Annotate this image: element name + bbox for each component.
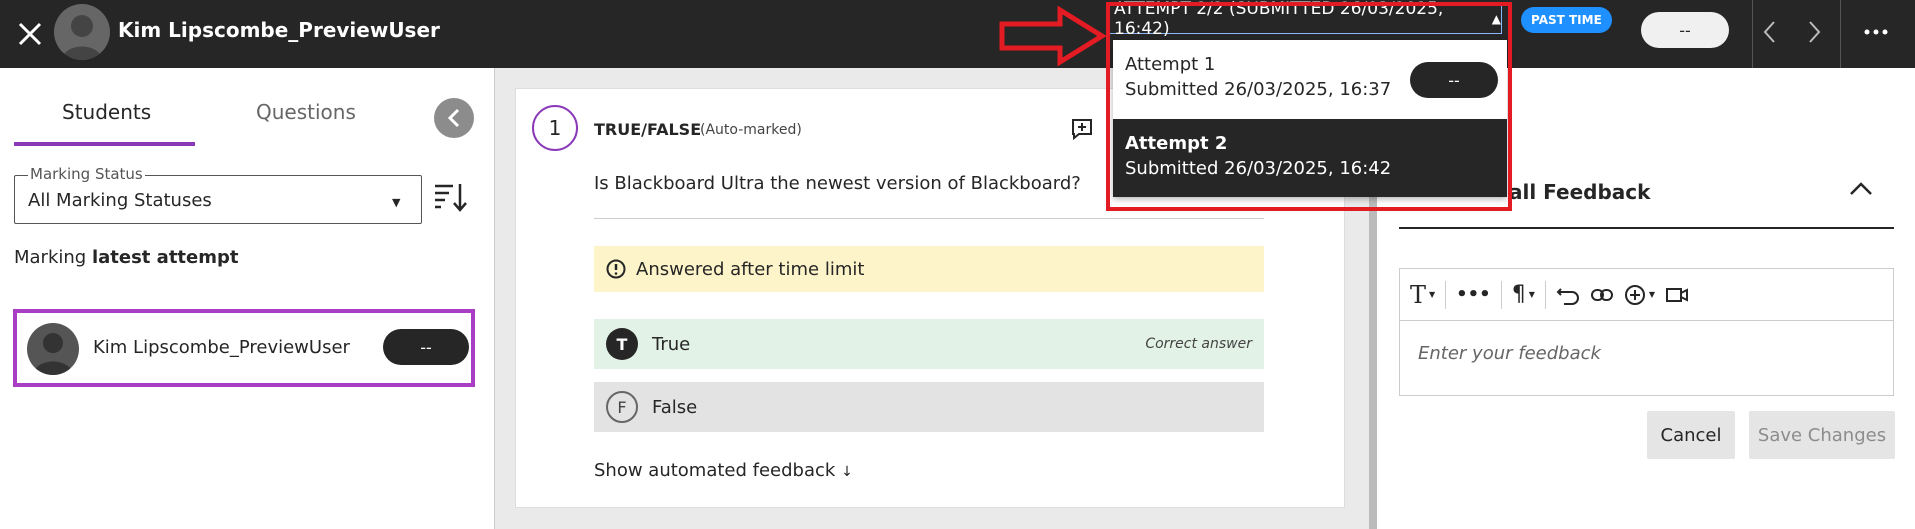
video-camera-icon	[1666, 287, 1688, 302]
link-button[interactable]	[1590, 280, 1614, 310]
answer-letter: T	[606, 328, 638, 360]
chevron-left-icon	[1763, 21, 1775, 43]
attempt-dropdown: Attempt 1 Submitted 26/03/2025, 16:37 --…	[1113, 40, 1507, 197]
undo-icon	[1556, 287, 1579, 305]
attempt-submitted: Submitted 26/03/2025, 16:42	[1125, 158, 1392, 179]
more-icon	[1864, 29, 1888, 35]
overall-feedback-title: all Feedback	[1509, 180, 1651, 204]
user-silhouette-icon	[33, 333, 73, 375]
attempt-option-1[interactable]: Attempt 1 Submitted 26/03/2025, 16:37 --	[1113, 40, 1507, 118]
sort-button[interactable]	[433, 180, 467, 218]
close-button[interactable]	[8, 12, 52, 56]
divider	[1445, 280, 1447, 309]
avatar	[54, 4, 110, 60]
student-grade-pill[interactable]: --	[383, 329, 469, 365]
undo-button[interactable]	[1556, 280, 1580, 310]
caret-down-icon: ▼	[1429, 290, 1436, 299]
attempt-label: Attempt 2	[1125, 133, 1228, 154]
exclamation-icon	[606, 259, 626, 279]
question-type: TRUE/FALSE	[594, 120, 702, 139]
answer-letter: F	[606, 391, 638, 423]
user-silhouette-icon	[62, 15, 102, 60]
grade-pill[interactable]: --	[1641, 12, 1729, 48]
tab-students[interactable]: Students	[62, 100, 151, 124]
add-feedback-button[interactable]	[1070, 117, 1094, 145]
divider	[1399, 227, 1894, 229]
more-icon: •••	[1456, 284, 1491, 305]
paragraph-icon: ¶	[1511, 282, 1526, 307]
avatar	[27, 323, 79, 375]
answer-option-false: F False	[594, 382, 1264, 432]
marking-info: Marking latest attempt	[14, 247, 239, 268]
marking-status-value: All Marking Statuses	[28, 190, 212, 211]
record-video-button[interactable]	[1665, 280, 1689, 310]
caret-down-icon: ▼	[1528, 290, 1535, 299]
show-feedback-label: Show automated feedback	[594, 460, 836, 481]
show-automated-feedback-link[interactable]: Show automated feedback ↓	[594, 460, 853, 481]
attempt-grade-pill[interactable]: --	[1410, 62, 1498, 98]
caret-down-icon: ▼	[1648, 290, 1655, 299]
time-limit-warning: Answered after time limit	[594, 246, 1264, 292]
next-button[interactable]	[1796, 12, 1832, 52]
chevron-left-icon	[447, 108, 460, 128]
divider	[1840, 0, 1841, 68]
answer-option-true: T True Correct answer	[594, 319, 1264, 369]
top-bar: Kim Lipscombe_PreviewUser ATTEMPT 2/2 (S…	[0, 0, 1915, 68]
answer-label: False	[652, 396, 698, 418]
marking-mode: latest attempt	[91, 247, 239, 268]
collapse-panel-button[interactable]	[434, 98, 474, 138]
insert-content-button[interactable]: ▼	[1624, 280, 1655, 310]
text-style-button[interactable]: T ▼	[1410, 280, 1435, 310]
marking-prefix: Marking	[14, 247, 87, 268]
more-formatting-button[interactable]: •••	[1456, 280, 1491, 310]
correct-answer-label: Correct answer	[1145, 336, 1252, 352]
attempt-option-2[interactable]: Attempt 2 Submitted 26/03/2025, 16:42	[1113, 119, 1507, 197]
question-text: Is Blackboard Ultra the newest version o…	[594, 173, 1081, 194]
divider	[1544, 280, 1546, 309]
link-icon	[1590, 288, 1613, 301]
attempt-submitted: Submitted 26/03/2025, 16:37	[1125, 79, 1392, 100]
collapse-feedback-button[interactable]	[1849, 180, 1873, 200]
answer-label: True	[652, 333, 691, 355]
chevron-right-icon	[1809, 21, 1821, 43]
sort-icon	[435, 184, 467, 212]
auto-marked-label: (Auto-marked)	[700, 122, 802, 138]
save-changes-button[interactable]: Save Changes	[1749, 411, 1895, 459]
cancel-button[interactable]: Cancel	[1647, 411, 1735, 459]
question-number: 1	[532, 105, 578, 151]
divider	[1500, 280, 1502, 309]
user-name: Kim Lipscombe_PreviewUser	[118, 18, 440, 42]
close-icon	[18, 22, 42, 46]
previous-button[interactable]	[1752, 12, 1788, 52]
divider	[594, 218, 1264, 219]
add-comment-icon	[1072, 119, 1092, 141]
past-time-badge: PAST TIME	[1521, 7, 1612, 33]
paragraph-button[interactable]: ¶ ▼	[1512, 280, 1535, 310]
caret-down-icon: ▼	[392, 196, 401, 209]
student-name: Kim Lipscombe_PreviewUser	[93, 337, 350, 358]
tab-questions[interactable]: Questions	[256, 100, 356, 124]
feedback-editor[interactable]: T ▼ ••• ¶ ▼ ▼ Enter your feedback	[1399, 268, 1894, 396]
attempt-selector[interactable]: ATTEMPT 2/2 (SUBMITTED 26/03/2025, 16:42…	[1109, 0, 1502, 39]
editor-toolbar: T ▼ ••• ¶ ▼ ▼	[1400, 269, 1893, 321]
arrow-down-icon: ↓	[841, 464, 853, 480]
feedback-placeholder: Enter your feedback	[1418, 343, 1601, 364]
warning-text: Answered after time limit	[636, 258, 865, 280]
chevron-up-icon	[1850, 182, 1872, 195]
attempt-selector-label: ATTEMPT 2/2 (SUBMITTED 26/03/2025, 16:42…	[1114, 0, 1444, 39]
caret-up-icon: ▲	[1491, 12, 1501, 26]
plus-circle-icon	[1624, 284, 1645, 305]
more-options-button[interactable]	[1858, 14, 1894, 50]
student-row[interactable]: Kim Lipscombe_PreviewUser --	[13, 309, 475, 387]
students-panel: Students Questions Marking Status All Ma…	[0, 68, 494, 529]
marking-status-label: Marking Status	[28, 165, 145, 183]
text-style-icon: T	[1410, 280, 1427, 309]
annotation-arrow-icon	[998, 5, 1107, 70]
active-tab-indicator	[14, 142, 195, 146]
